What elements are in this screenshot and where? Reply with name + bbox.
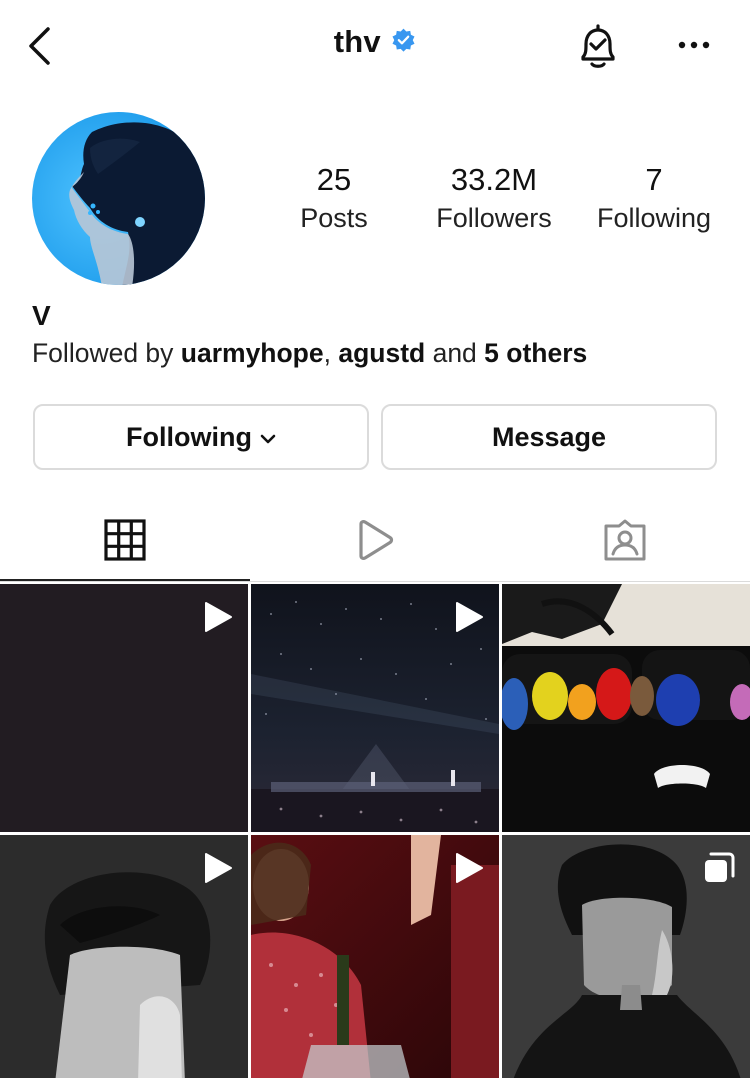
followed-by-prefix: Followed by (32, 338, 181, 368)
display-name: V (32, 300, 51, 331)
verified-badge-icon (392, 28, 415, 52)
mutual-follower-2[interactable]: agustd (338, 338, 425, 368)
video-play-icon (205, 853, 232, 883)
post-thumbnail (502, 584, 750, 832)
stat-followers[interactable]: 33.2M Followers (420, 160, 568, 236)
tab-posts-grid[interactable] (0, 515, 250, 565)
followers-count: 33.2M (450, 162, 538, 197)
following-label: Following (596, 203, 712, 233)
active-tab-indicator (0, 579, 250, 581)
profile-avatar[interactable] (32, 112, 205, 285)
following-button[interactable]: Following (33, 404, 369, 470)
tagged-person-icon (604, 519, 646, 561)
post-tile-4[interactable] (0, 835, 248, 1078)
followed-by-sep: , (323, 338, 339, 368)
username-title: thv (333, 24, 381, 59)
mutual-follower-1[interactable]: uarmyhope (181, 338, 324, 368)
stat-posts[interactable]: 25 Posts (274, 160, 394, 236)
username-title-wrap: thv (0, 24, 750, 60)
chevron-down-icon (260, 434, 276, 443)
post-tile-2[interactable] (251, 584, 499, 832)
tab-reels[interactable] (250, 515, 500, 565)
posts-label: Posts (300, 203, 368, 233)
grid-icon (104, 519, 146, 561)
top-bar: thv (0, 0, 750, 92)
message-button-label: Message (491, 421, 607, 452)
message-button[interactable]: Message (381, 404, 717, 470)
stat-following[interactable]: 7 Following (585, 160, 723, 236)
video-play-icon (205, 602, 232, 632)
avatar-image (32, 112, 205, 285)
post-tile-5[interactable] (251, 835, 499, 1078)
post-tile-1[interactable] (0, 584, 248, 832)
followed-by-text[interactable]: Followed by uarmyhope, agustd and 5 othe… (32, 338, 587, 369)
followers-label: Followers (436, 203, 552, 233)
video-play-icon (456, 602, 483, 632)
mutual-followers-others[interactable]: 5 others (484, 338, 587, 368)
posts-count: 25 (316, 162, 352, 197)
tab-divider (0, 581, 750, 582)
post-tile-6[interactable] (502, 835, 750, 1078)
carousel-multiple-icon (705, 852, 735, 882)
more-horizontal-icon[interactable] (676, 30, 712, 60)
following-count: 7 (645, 162, 663, 197)
post-tile-3[interactable] (502, 584, 750, 832)
tab-tagged[interactable] (500, 515, 750, 565)
followed-by-and: and (425, 338, 485, 368)
video-play-icon (456, 853, 483, 883)
bell-check-icon[interactable] (574, 22, 622, 72)
reels-play-icon (359, 520, 394, 560)
following-button-label: Following (126, 421, 252, 452)
